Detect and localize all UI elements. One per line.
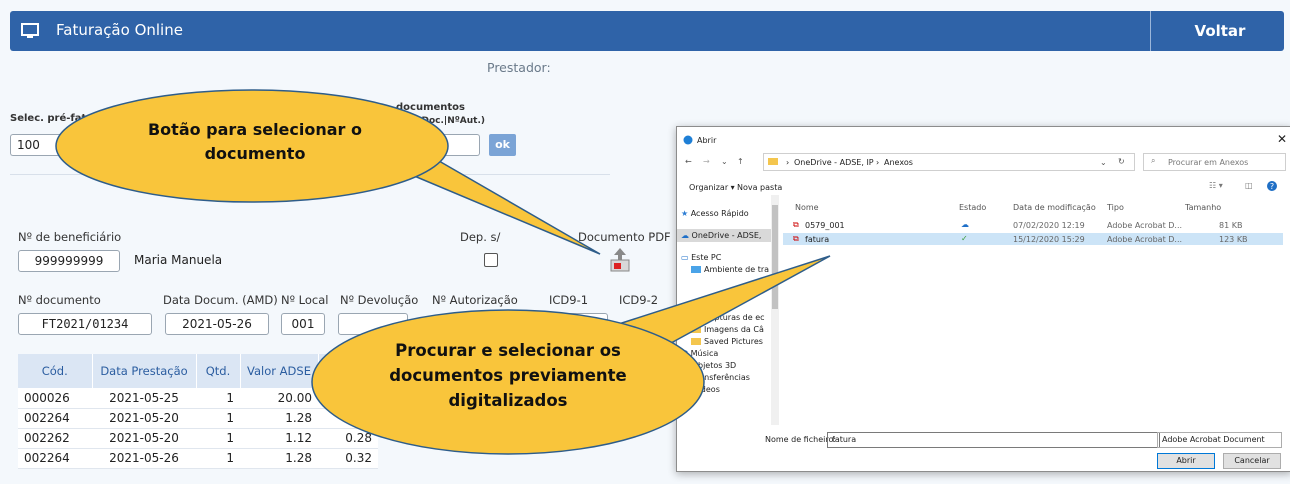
callout-top-text: Botão para selecionar o documento — [147, 120, 362, 163]
callout-bottom-text: Procurar e selecionar os documentos prev… — [389, 341, 627, 410]
page: Faturação Online Voltar Prestador: Selec… — [0, 0, 1290, 484]
